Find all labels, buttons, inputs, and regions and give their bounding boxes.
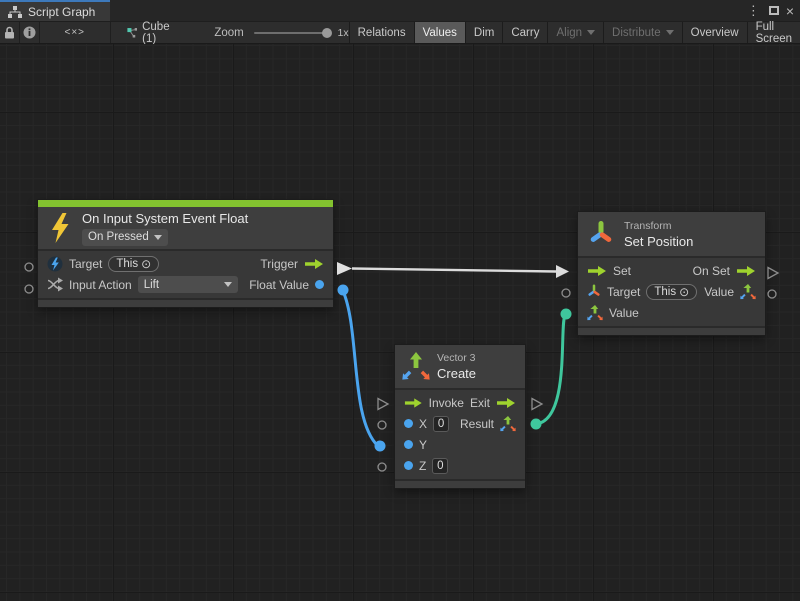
- event-accent-bar: [38, 200, 333, 207]
- event-target-icon: [47, 256, 63, 272]
- set-label: Set: [613, 264, 631, 278]
- graph-toolbar: <×> Cube (1) Zoom 1x Relations Values Di…: [0, 21, 800, 44]
- breadcrumb-label: Cube (1): [142, 21, 178, 45]
- node-title: Set Position: [624, 234, 693, 249]
- zoom-slider-knob[interactable]: [322, 28, 332, 38]
- port-row-y: Y: [395, 434, 525, 455]
- input-action-label: Input Action: [69, 278, 132, 292]
- port-row-z: Z 0: [395, 455, 525, 476]
- y-label: Y: [419, 438, 427, 452]
- invoke-flow-port[interactable]: [404, 397, 423, 409]
- port-row-input-action: Input Action Lift Float Value: [38, 274, 333, 295]
- node-title: Create: [437, 366, 476, 381]
- object-picker-icon: ⊙: [679, 285, 689, 299]
- port-row-set: Set On Set: [578, 260, 765, 281]
- carry-button[interactable]: Carry: [502, 22, 547, 43]
- float-value-port[interactable]: [315, 280, 324, 289]
- x-value-port[interactable]: [404, 419, 413, 428]
- graph-icon: [8, 6, 22, 18]
- fullscreen-button[interactable]: Full Screen: [747, 22, 800, 43]
- x-label: X: [419, 417, 427, 431]
- breadcrumb[interactable]: Cube (1): [121, 22, 185, 43]
- port-row-invoke: Invoke Exit: [395, 392, 525, 413]
- port-row-target: Target This ⊙ Value: [578, 281, 765, 302]
- node-footer: [578, 326, 765, 335]
- overview-button[interactable]: Overview: [682, 22, 747, 43]
- port-row-x: X 0 Result: [395, 413, 525, 434]
- result-label: Result: [460, 417, 494, 431]
- z-input[interactable]: 0: [432, 458, 448, 474]
- value-in-marker[interactable]: [561, 309, 572, 320]
- port-row-value: Value: [578, 302, 765, 323]
- node-on-input-system-event-float[interactable]: On Input System Event Float On Pressed T…: [38, 200, 333, 307]
- tab-script-graph[interactable]: Script Graph: [0, 0, 110, 21]
- chevron-down-icon: [224, 282, 232, 287]
- target-label: Target: [69, 257, 102, 271]
- title-bar: Script Graph ⋮ ×: [0, 0, 800, 21]
- relations-button[interactable]: Relations: [349, 22, 414, 43]
- node-title: On Input System Event Float: [82, 211, 248, 226]
- code-view-button[interactable]: <×>: [40, 22, 111, 43]
- zoom-value: 1x: [338, 27, 349, 39]
- tab-label: Script Graph: [28, 5, 95, 19]
- z-value-port[interactable]: [404, 461, 413, 470]
- node-category: Transform: [624, 220, 693, 232]
- zoom-label: Zoom: [214, 27, 243, 39]
- event-mode-dropdown[interactable]: On Pressed: [82, 229, 168, 246]
- y-value-port[interactable]: [404, 440, 413, 449]
- on-set-label: On Set: [693, 264, 730, 278]
- align-button[interactable]: Align: [547, 22, 603, 43]
- script-graph-window: Script Graph ⋮ × <×>: [0, 0, 800, 601]
- graph-unit-icon: [127, 26, 138, 39]
- chevron-down-icon: [587, 30, 595, 35]
- info-button[interactable]: [20, 22, 40, 43]
- value-vector-port-in[interactable]: [587, 305, 603, 321]
- object-picker-icon: ⊙: [141, 257, 151, 271]
- info-icon: [23, 26, 36, 39]
- transform-mini-icon: [587, 284, 601, 299]
- zoom-slider[interactable]: [254, 32, 330, 34]
- exit-flow-port[interactable]: [496, 397, 516, 409]
- exit-label: Exit: [470, 396, 490, 410]
- value-vector-port[interactable]: [740, 284, 756, 300]
- lock-button[interactable]: [0, 22, 20, 43]
- chevron-down-icon: [666, 30, 674, 35]
- lock-icon: [4, 26, 15, 39]
- trigger-label: Trigger: [260, 257, 298, 271]
- x-input[interactable]: 0: [433, 416, 449, 432]
- vector3-icon: [401, 352, 431, 382]
- set-flow-port[interactable]: [587, 265, 607, 277]
- value-in-label: Value: [609, 306, 639, 320]
- maximize-icon[interactable]: [769, 6, 779, 15]
- distribute-button[interactable]: Distribute: [603, 22, 682, 43]
- z-label: Z: [419, 459, 426, 473]
- target-label: Target: [607, 285, 640, 299]
- chevron-down-icon: [154, 235, 162, 240]
- result-vector-port[interactable]: [500, 416, 516, 432]
- target-object-field[interactable]: This ⊙: [108, 256, 159, 272]
- input-action-icon: [47, 277, 63, 292]
- invoke-label: Invoke: [429, 396, 464, 410]
- lightning-bolt-icon: [49, 213, 71, 243]
- node-footer: [38, 298, 333, 307]
- node-vector3-create[interactable]: Vector 3 Create Invoke Exit X: [395, 345, 525, 488]
- target-object-field[interactable]: This ⊙: [646, 284, 697, 300]
- transform-icon: [587, 219, 615, 249]
- node-transform-set-position[interactable]: Transform Set Position Set On Set: [578, 212, 765, 335]
- port-row-target: Target This ⊙ Trigger: [38, 253, 333, 274]
- close-icon[interactable]: ×: [786, 4, 794, 18]
- value-out-label: Value: [704, 285, 734, 299]
- node-category: Vector 3: [437, 352, 476, 364]
- y-in-marker[interactable]: [375, 441, 386, 452]
- values-button[interactable]: Values: [414, 22, 465, 43]
- dim-button[interactable]: Dim: [465, 22, 502, 43]
- float-value-label: Float Value: [249, 278, 309, 292]
- input-action-dropdown[interactable]: Lift: [138, 276, 238, 293]
- node-footer: [395, 479, 525, 488]
- on-set-flow-port[interactable]: [736, 265, 756, 277]
- trigger-flow-port[interactable]: [304, 258, 324, 270]
- kebab-menu-icon[interactable]: ⋮: [745, 4, 762, 17]
